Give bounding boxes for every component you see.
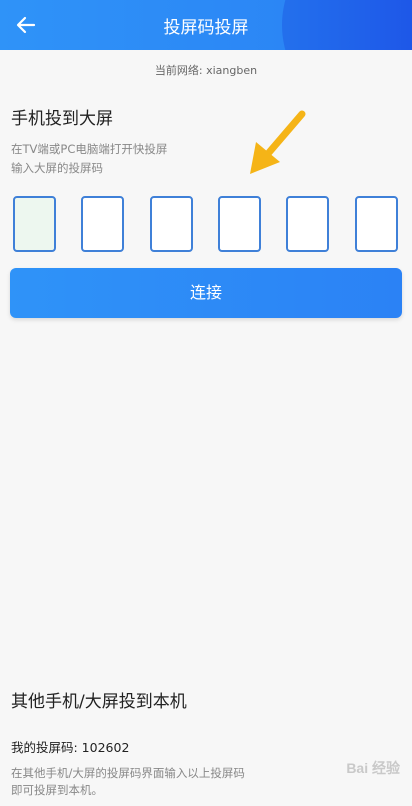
code-digit-2[interactable] [81, 196, 124, 252]
code-digit-6[interactable] [355, 196, 398, 252]
cast-to-me-instruction-line2: 即可投屏到本机。 [11, 783, 103, 797]
code-digit-1[interactable] [13, 196, 56, 252]
connect-button[interactable]: 连接 [10, 268, 402, 318]
code-digit-4[interactable] [218, 196, 261, 252]
cast-to-me-title: 其他手机/大屏投到本机 [11, 692, 187, 712]
cast-instruction-line1: 在TV端或PC电脑端打开快投屏 [11, 142, 168, 156]
page-title: 投屏码投屏 [163, 18, 249, 38]
baidu-watermark: Bai 经验 [346, 760, 400, 776]
cast-to-screen-title: 手机投到大屏 [11, 109, 113, 129]
current-network-label: 当前网络: xiangben [154, 64, 258, 77]
cast-instruction-line2: 输入大屏的投屏码 [11, 161, 103, 175]
code-digit-5[interactable] [286, 196, 329, 252]
code-digit-3[interactable] [150, 196, 193, 252]
pointer-arrow-icon [250, 110, 306, 174]
app-header: 投屏码投屏 [0, 0, 412, 50]
my-cast-code: 我的投屏码: 102602 [11, 740, 130, 755]
code-input-group [13, 196, 399, 252]
